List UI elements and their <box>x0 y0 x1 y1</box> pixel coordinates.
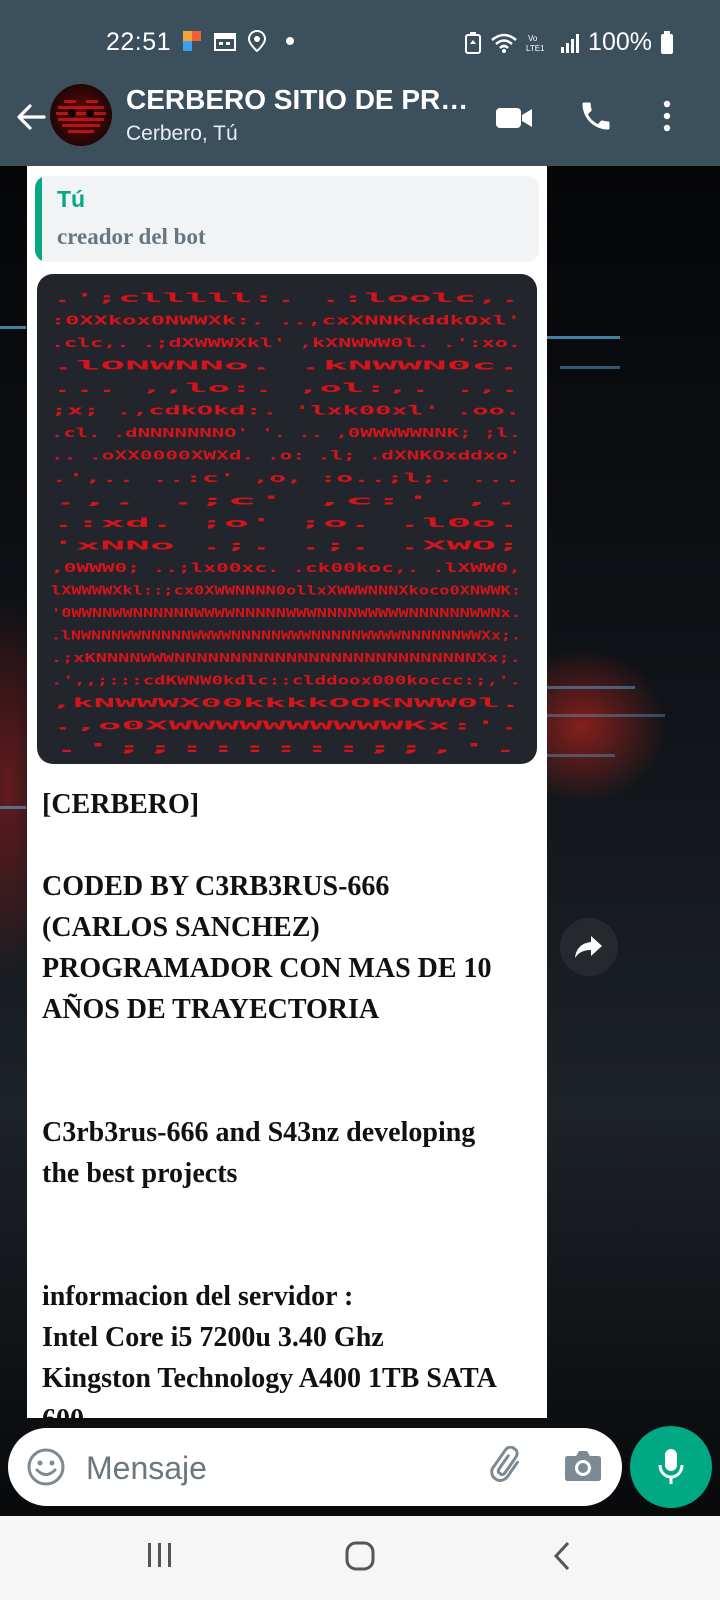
skull-ascii-art-icon: .';clllll:. .:loolc,. :0XXkox0NWWXk:. ..… <box>51 290 521 755</box>
ascii-art-line: ;x; .,cdkOkd:. 'lxk00xl' .oo. <box>51 403 521 418</box>
wallpaper-detail <box>0 806 26 809</box>
battery-saver-icon <box>465 31 482 54</box>
chat-title[interactable]: CERBERO SITIO DE PR… <box>126 84 468 116</box>
ascii-art-line: .';;::::::;;,'. <box>51 740 521 755</box>
message-line: AÑOS DE TRAYECTORIA <box>42 994 380 1025</box>
status-bar: 22:51 Vo LTE1 100% <box>0 0 720 86</box>
quote-accent-bar <box>35 176 42 262</box>
wallpaper-detail <box>545 754 615 757</box>
chat-participants[interactable]: Cerbero, Tú <box>126 122 238 146</box>
ascii-art-line: :0XXkox0NWWXk:. ..,cxXNNKkddkOxl' <box>51 313 521 328</box>
back-nav-icon[interactable] <box>552 1540 572 1572</box>
message-line-gap <box>42 1194 542 1276</box>
ascii-art-line: .,o0XWWWWWWWWWWKx:'. <box>51 718 521 733</box>
wallpaper-detail <box>0 326 26 329</box>
message-line: informacion del servidor : <box>42 1281 354 1312</box>
ascii-art-line: .';clllll:. .:loolc,. <box>51 290 521 305</box>
status-left-icons <box>182 30 294 52</box>
message-line: CODED BY C3RB3RUS-666 <box>42 871 390 902</box>
calendar-icon <box>214 33 236 51</box>
p-app-icon <box>183 31 201 51</box>
recent-apps-icon[interactable] <box>146 1540 174 1570</box>
ascii-art-line: .:xd. ;o' ;o. .l0o. <box>51 515 521 530</box>
message-line: the best projects <box>42 1158 238 1189</box>
message-line-gap <box>42 1030 542 1112</box>
message-line: (CARLOS SANCHEZ) <box>42 912 320 943</box>
wifi-icon <box>491 33 517 53</box>
forward-arrow-icon <box>575 936 602 958</box>
location-icon <box>248 30 266 52</box>
avatar-image <box>56 100 106 133</box>
ascii-art-line: .',,;:::cdKWNW0kdlc::clddoox000koccc:;,'… <box>51 673 521 688</box>
message-text: [CERBERO] CODED BY C3RB3RUS-666 (CARLOS … <box>42 784 542 1418</box>
battery-percent: 100% <box>588 28 652 56</box>
message-line: PROGRAMADOR CON MAS DE 10 <box>42 953 492 984</box>
svg-text:Vo: Vo <box>528 34 538 43</box>
wallpaper-detail <box>545 686 635 689</box>
ascii-art-line: lXWWWWXkl::;cx0XWWNNNN0ollxXWWWNNNXkoco0… <box>51 583 521 598</box>
ascii-art-line: .',.. ..:c' ,o, :o..;l;. ... <box>51 470 521 485</box>
ascii-art-line: .;xKNNNNWWWNNNNNNNNNNNNNNNNNNNNNNNNNNNXx… <box>51 650 521 665</box>
chat-header: CERBERO SITIO DE PR… Cerbero, Tú <box>0 84 720 166</box>
voice-message-button[interactable] <box>630 1426 712 1508</box>
more-vert-icon[interactable] <box>660 98 674 134</box>
wallpaper-detail <box>540 336 620 339</box>
battery-icon <box>661 30 673 54</box>
message-line: C3rb3rus-666 and S43nz developing <box>42 1117 476 1148</box>
quoted-reply[interactable]: Tú creador del bot <box>35 176 539 262</box>
quote-author: Tú <box>57 186 86 212</box>
status-time: 22:51 <box>106 28 172 56</box>
ascii-art-line: .lONWNNo. .kNWWN0c. <box>51 358 521 373</box>
message-line: Kingston Technology A400 1TB SATA <box>42 1363 497 1394</box>
message-bubble[interactable]: Tú creador del bot .';clllll:. .:loolc,.… <box>27 166 547 1418</box>
emoji-icon[interactable] <box>26 1447 66 1487</box>
ascii-art-line: .clc,. .;dXWWWXkl' ,kXNWWW0l. .':xo. <box>51 335 521 350</box>
volte-icon: VoLTE1 <box>526 34 545 53</box>
message-input[interactable] <box>84 1442 468 1494</box>
home-icon[interactable] <box>344 1540 376 1572</box>
ascii-art-line: .. .oXX0000XWXd. .o: .l; .dXNKOxddxo' <box>51 448 521 463</box>
status-right-icons: Vo LTE1 100% <box>464 28 674 57</box>
ascii-art-line: '0WWNNWWNNNNNNWWWWNNNNNWWWNNNNWWWWWNNNNN… <box>51 605 521 620</box>
microphone-icon <box>658 1449 684 1484</box>
svg-text:LTE1: LTE1 <box>526 44 545 53</box>
group-avatar[interactable] <box>50 84 112 146</box>
message-line: 600 <box>42 1399 542 1418</box>
message-composer <box>8 1428 622 1506</box>
message-line-gap <box>42 825 542 866</box>
video-call-icon[interactable] <box>494 102 534 134</box>
back-arrow-icon[interactable] <box>14 100 48 134</box>
ascii-art-line: ,0WWW0; ..;lx00xc. .ck00koc,. .lXWW0, <box>51 560 521 575</box>
wallpaper-detail <box>545 714 665 717</box>
quote-text: creador del bot <box>57 224 206 249</box>
phone-icon[interactable] <box>578 98 614 134</box>
message-image[interactable]: .';clllll:. .:loolc,. :0XXkox0NWWXk:. ..… <box>37 274 537 764</box>
dot-icon <box>286 37 294 45</box>
attach-icon[interactable] <box>488 1446 528 1486</box>
ascii-art-line: .,. .;c' ,c:' ,. <box>51 493 521 508</box>
ascii-art-line: .cl. .dNNNNNNNO' '. .. ,0WWWWWNNK; ;l. <box>51 425 521 440</box>
ascii-art-line: .lNWNNNWWNNNNNWWWWNNNNNWWWNNNNNWWWWNNNNN… <box>51 628 521 643</box>
ascii-art-line: 'xNNo .;. .;. .XWO; <box>51 538 521 553</box>
message-line: Intel Core i5 7200u 3.40 Ghz <box>42 1322 384 1353</box>
ascii-art-line: ,kNWWWX00kkkkOOKNWW0l. <box>51 695 521 710</box>
signal-icon <box>561 33 580 53</box>
ascii-art-line: ... ,,lo:. ,ol:,. .,. <box>51 380 521 395</box>
wallpaper-detail <box>560 366 620 369</box>
camera-icon[interactable] <box>564 1448 602 1482</box>
message-line: [CERBERO] <box>42 789 200 820</box>
system-nav-bar <box>0 1516 720 1600</box>
forward-button[interactable] <box>560 918 618 976</box>
